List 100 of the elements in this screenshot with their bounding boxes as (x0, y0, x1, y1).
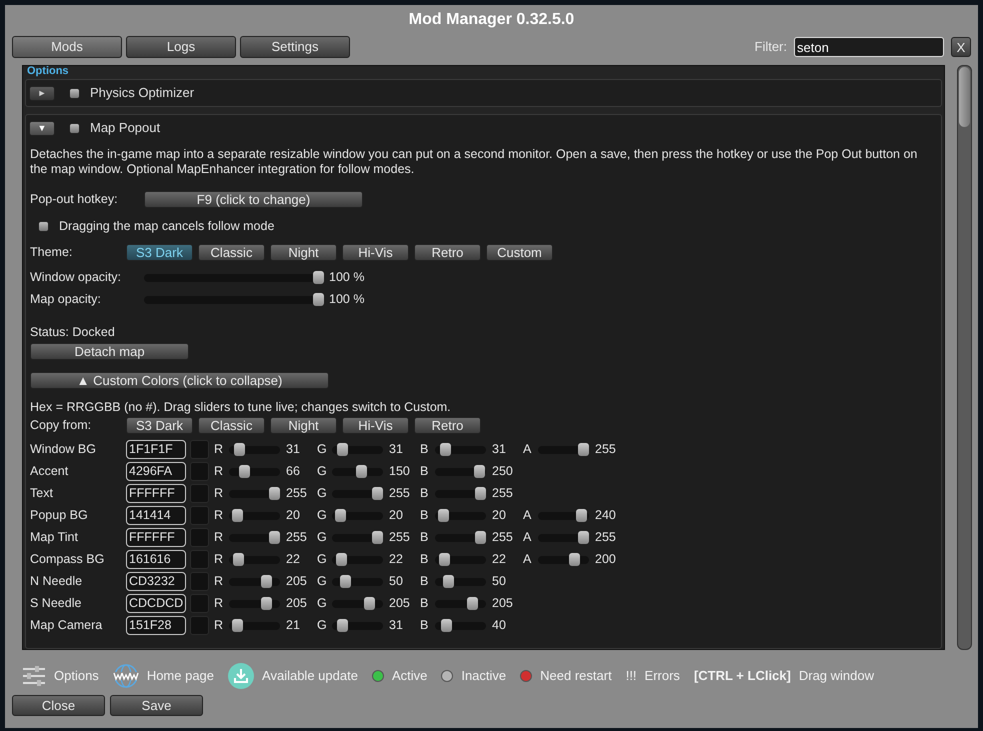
slider-thumb[interactable] (232, 508, 244, 522)
expand-toggle[interactable]: ► (29, 86, 55, 100)
slider[interactable] (332, 530, 383, 544)
slider-thumb[interactable] (440, 442, 451, 456)
slider-thumb[interactable] (364, 596, 375, 610)
slider-thumb[interactable] (335, 508, 346, 522)
slider-thumb[interactable] (438, 552, 450, 566)
slider[interactable] (332, 596, 383, 610)
slider-thumb[interactable] (336, 618, 348, 632)
slider[interactable] (332, 508, 383, 522)
theme-button[interactable]: Hi-Vis (342, 244, 409, 260)
copy-theme-button[interactable]: Hi-Vis (342, 416, 409, 434)
custom-colors-toggle[interactable]: ▲ Custom Colors (click to collapse) (30, 372, 329, 389)
theme-button[interactable]: Custom (486, 244, 553, 260)
slider-thumb[interactable] (340, 574, 351, 588)
slider-thumb[interactable] (239, 464, 250, 478)
hex-field[interactable]: FFFFFF (126, 484, 186, 502)
tab[interactable]: Mods (12, 36, 122, 58)
slider[interactable] (538, 442, 589, 456)
slider-thumb[interactable] (232, 618, 244, 632)
hex-field[interactable]: CD3232 (126, 572, 186, 590)
slider[interactable] (538, 530, 589, 544)
footer-button[interactable]: Close (12, 695, 105, 716)
slider-thumb[interactable] (313, 270, 324, 284)
footer-button[interactable]: Save (110, 695, 203, 716)
clear-button[interactable]: X (951, 37, 971, 57)
copy-theme-button[interactable]: S3 Dark (126, 416, 193, 434)
slider[interactable] (435, 464, 486, 478)
expand-toggle[interactable]: ▼ (29, 120, 55, 136)
checkbox[interactable] (69, 88, 80, 98)
checkbox[interactable] (38, 220, 49, 232)
slider[interactable] (229, 530, 280, 544)
slider-thumb[interactable] (578, 442, 589, 456)
checkbox[interactable] (69, 122, 80, 134)
slider[interactable] (332, 486, 383, 500)
slider-thumb[interactable] (475, 530, 486, 544)
hex-field[interactable]: CDCDCD (126, 594, 186, 612)
copy-theme-button[interactable]: Classic (198, 416, 265, 434)
slider[interactable] (435, 574, 486, 588)
hotkey-button[interactable]: F9 (click to change) (144, 190, 363, 208)
slider-thumb[interactable] (336, 552, 347, 566)
hex-field[interactable]: 161616 (126, 550, 186, 568)
slider[interactable] (435, 486, 486, 500)
slider[interactable] (229, 508, 280, 522)
slider-thumb[interactable] (269, 530, 280, 544)
tab[interactable]: Settings (240, 36, 350, 58)
hex-field[interactable]: 141414 (126, 506, 186, 524)
filter-field[interactable]: seton (794, 37, 944, 57)
slider-thumb[interactable] (336, 442, 348, 456)
hex-field[interactable]: FFFFFF (126, 528, 186, 546)
tab[interactable]: Logs (126, 36, 236, 58)
theme-button[interactable]: Retro (414, 244, 481, 260)
slider-thumb[interactable] (467, 596, 478, 610)
slider[interactable] (144, 270, 324, 284)
slider-thumb[interactable] (313, 292, 324, 306)
slider[interactable] (538, 508, 589, 522)
slider[interactable] (435, 552, 486, 566)
slider-thumb[interactable] (372, 486, 383, 500)
slider[interactable] (435, 530, 486, 544)
slider[interactable] (229, 596, 280, 610)
slider[interactable] (229, 486, 280, 500)
slider[interactable] (435, 442, 486, 456)
slider-thumb[interactable] (438, 508, 450, 522)
slider[interactable] (435, 618, 486, 632)
slider[interactable] (229, 552, 280, 566)
detach-button[interactable]: Detach map (30, 343, 189, 360)
slider[interactable] (332, 464, 383, 478)
slider[interactable] (229, 442, 280, 456)
slider[interactable] (435, 508, 486, 522)
slider[interactable] (435, 596, 486, 610)
theme-button[interactable]: S3 Dark (126, 244, 193, 260)
slider-thumb[interactable] (356, 464, 367, 478)
slider-thumb[interactable] (441, 618, 452, 632)
slider-thumb[interactable] (576, 508, 587, 522)
slider-thumb[interactable] (474, 464, 486, 478)
slider-thumb[interactable] (578, 530, 589, 544)
scrollbar-thumb[interactable] (959, 67, 970, 127)
slider-thumb[interactable] (569, 552, 580, 566)
theme-button[interactable]: Night (270, 244, 337, 260)
slider-thumb[interactable] (372, 530, 383, 544)
slider[interactable] (332, 552, 383, 566)
slider-thumb[interactable] (261, 596, 272, 610)
slider[interactable] (229, 618, 280, 632)
slider-thumb[interactable] (475, 486, 486, 500)
slider[interactable] (332, 574, 383, 588)
hex-field[interactable]: 1F1F1F (126, 440, 186, 458)
hex-field[interactable]: 151F28 (126, 616, 186, 634)
hex-field[interactable]: 4296FA (126, 462, 186, 480)
copy-theme-button[interactable]: Retro (414, 416, 481, 434)
slider[interactable] (538, 552, 589, 566)
copy-theme-button[interactable]: Night (270, 416, 337, 434)
slider-thumb[interactable] (232, 552, 244, 566)
slider-thumb[interactable] (269, 486, 280, 500)
slider[interactable] (229, 464, 280, 478)
slider[interactable] (332, 442, 383, 456)
theme-button[interactable]: Classic (198, 244, 265, 260)
slider[interactable] (332, 618, 383, 632)
slider[interactable] (144, 292, 324, 306)
slider-thumb[interactable] (443, 574, 454, 588)
slider[interactable] (229, 574, 280, 588)
